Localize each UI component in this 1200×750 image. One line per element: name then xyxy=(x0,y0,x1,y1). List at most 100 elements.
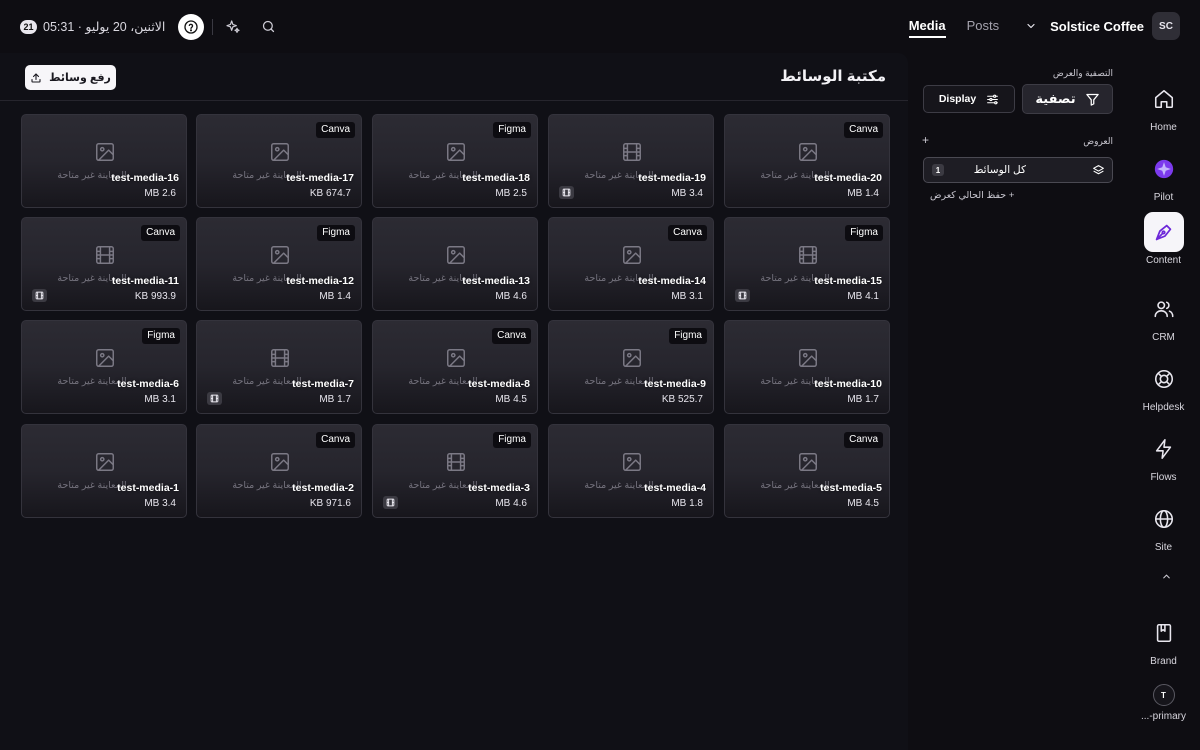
sidebar-item-label: Pilot xyxy=(1153,192,1174,203)
source-badge: Figma xyxy=(142,328,180,344)
image-placeholder-icon xyxy=(797,347,819,369)
media-card[interactable]: المعاينة غير متاحة test-media-18 2.5 MB Fig… xyxy=(372,114,538,208)
chevron-down-icon xyxy=(1025,20,1037,32)
add-view-button[interactable]: + xyxy=(922,133,929,147)
media-card[interactable]: المعاينة غير متاحة test-media-12 1.4 MB Fig… xyxy=(196,217,362,311)
media-library-panel: رفع وسائط مكتبة الوسائط المعاينة غير متا… xyxy=(0,53,908,750)
filter-button[interactable]: تصفية xyxy=(1022,84,1113,114)
sliders-icon xyxy=(986,93,999,106)
display-button[interactable]: Display xyxy=(923,85,1015,113)
sidebar-item-crm[interactable]: CRM xyxy=(1127,289,1200,343)
media-card[interactable]: المعاينة غير متاحة test-media-4 1.8 MB xyxy=(548,424,714,518)
video-type-icon xyxy=(735,289,750,302)
media-name: test-media-13 xyxy=(462,275,530,287)
sidebar-item-brand[interactable]: Brand xyxy=(1127,613,1200,667)
video-placeholder-icon xyxy=(269,347,291,369)
image-placeholder-icon xyxy=(269,244,291,266)
media-card[interactable]: المعاينة غير متاحة test-media-13 4.6 MB xyxy=(372,217,538,311)
media-card[interactable]: المعاينة غير متاحة test-media-10 1.7 MB xyxy=(724,320,890,414)
pilot-icon xyxy=(1144,149,1184,189)
media-card[interactable]: المعاينة غير متاحة test-media-2 971.6 KB Ca… xyxy=(196,424,362,518)
image-placeholder-icon xyxy=(94,347,116,369)
sidebar-item-label: Content xyxy=(1145,255,1182,266)
media-card[interactable]: المعاينة غير متاحة test-media-5 4.5 MB Canv… xyxy=(724,424,890,518)
help-button[interactable] xyxy=(178,13,205,40)
source-badge: Canva xyxy=(844,122,883,138)
search-icon xyxy=(261,19,276,34)
source-badge: Figma xyxy=(493,432,531,448)
media-name: test-media-15 xyxy=(814,275,882,287)
tab-media[interactable]: Media xyxy=(908,12,946,40)
upload-media-button[interactable]: رفع وسائط xyxy=(25,65,116,90)
ai-sparkle-button[interactable] xyxy=(222,16,244,38)
source-badge: Figma xyxy=(669,328,707,344)
divider xyxy=(212,18,214,35)
sidebar-item-label: CRM xyxy=(1152,332,1175,343)
top-bar-left: 21 الاثنين، 20 يوليو · 05:31 xyxy=(20,13,279,40)
date-badge: 21 xyxy=(20,19,37,34)
media-name: test-media-2 xyxy=(292,482,354,494)
media-size: 1.8 MB xyxy=(671,498,703,509)
media-size: 3.4 MB xyxy=(144,498,176,509)
media-size: 4.5 MB xyxy=(495,394,527,405)
video-type-icon xyxy=(207,392,222,405)
sidebar-item-home[interactable]: Home xyxy=(1127,79,1200,133)
video-placeholder-icon xyxy=(621,141,643,163)
media-size: 4.6 MB xyxy=(495,498,527,509)
sidebar-item-content[interactable]: Content xyxy=(1127,212,1200,266)
source-badge: Canva xyxy=(492,328,531,344)
workspace-name[interactable]: Solstice Coffee xyxy=(1050,19,1144,34)
media-name: test-media-10 xyxy=(814,378,882,390)
media-size: 3.4 MB xyxy=(671,188,703,199)
sidebar-item-label: Brand xyxy=(1150,656,1177,667)
page-title: مكتبة الوسائط xyxy=(780,68,886,85)
media-card[interactable]: المعاينة غير متاحة test-media-11 993.9 KB C… xyxy=(21,217,187,311)
media-card[interactable]: المعاينة غير متاحة test-media-19 3.4 MB xyxy=(548,114,714,208)
media-card[interactable]: المعاينة غير متاحة test-media-14 3.1 MB Can… xyxy=(548,217,714,311)
media-card[interactable]: المعاينة غير متاحة test-media-8 4.5 MB Canv… xyxy=(372,320,538,414)
media-card[interactable]: المعاينة غير متاحة test-media-16 2.6 MB xyxy=(21,114,187,208)
source-badge: Figma xyxy=(493,122,531,138)
media-card[interactable]: المعاينة غير متاحة test-media-1 3.4 MB xyxy=(21,424,187,518)
media-card[interactable]: المعاينة غير متاحة test-media-9 525.7 KB Fi… xyxy=(548,320,714,414)
media-card[interactable]: المعاينة غير متاحة test-media-20 1.4 MB Can… xyxy=(724,114,890,208)
filter-section-label: التصفية والعرض xyxy=(1052,68,1113,78)
video-type-icon xyxy=(559,186,574,199)
workspace-avatar[interactable]: SC xyxy=(1152,12,1180,40)
view-item-all-media[interactable]: كل الوسائط 1 xyxy=(923,157,1113,183)
collapse-nav-button[interactable] xyxy=(1155,565,1177,587)
image-placeholder-icon xyxy=(445,244,467,266)
source-badge: Canva xyxy=(316,122,355,138)
image-placeholder-icon xyxy=(94,451,116,473)
source-badge: Canva xyxy=(668,225,707,241)
tenant-switcher[interactable]: T ...-primary xyxy=(1127,684,1200,722)
media-name: test-media-5 xyxy=(820,482,882,494)
sidebar-item-helpdesk[interactable]: Helpdesk xyxy=(1127,359,1200,413)
media-card[interactable]: المعاينة غير متاحة test-media-7 1.7 MB xyxy=(196,320,362,414)
bolt-icon xyxy=(1144,429,1184,469)
media-name: test-media-16 xyxy=(111,172,179,184)
save-current-as-view[interactable]: + حفظ الحالي كعرض xyxy=(930,190,1014,201)
video-placeholder-icon xyxy=(445,451,467,473)
media-card[interactable]: المعاينة غير متاحة test-media-17 674.7 KB C… xyxy=(196,114,362,208)
image-placeholder-icon xyxy=(797,141,819,163)
media-card[interactable]: المعاينة غير متاحة test-media-3 4.6 MB Figm… xyxy=(372,424,538,518)
sidebar-item-pilot[interactable]: Pilot xyxy=(1127,149,1200,203)
video-type-icon xyxy=(32,289,47,302)
chevron-up-icon xyxy=(1161,571,1172,582)
image-placeholder-icon xyxy=(445,347,467,369)
sidebar-item-flows[interactable]: Flows xyxy=(1127,429,1200,483)
media-size: 1.4 MB xyxy=(319,291,351,302)
media-card[interactable]: المعاينة غير متاحة test-media-6 3.1 MB Figm… xyxy=(21,320,187,414)
search-button[interactable] xyxy=(257,16,279,38)
tenant-label: ...-primary xyxy=(1141,711,1186,722)
media-name: test-media-4 xyxy=(644,482,706,494)
sidebar-item-site[interactable]: Site xyxy=(1127,499,1200,553)
media-size: 4.5 MB xyxy=(847,498,879,509)
lifebuoy-icon xyxy=(1144,359,1184,399)
tab-posts[interactable]: Posts xyxy=(967,12,1000,40)
workspace-switcher-chevron[interactable] xyxy=(1020,15,1042,37)
tenant-avatar: T xyxy=(1152,684,1175,706)
media-card[interactable]: المعاينة غير متاحة test-media-15 4.1 MB Fig… xyxy=(724,217,890,311)
video-placeholder-icon xyxy=(94,244,116,266)
